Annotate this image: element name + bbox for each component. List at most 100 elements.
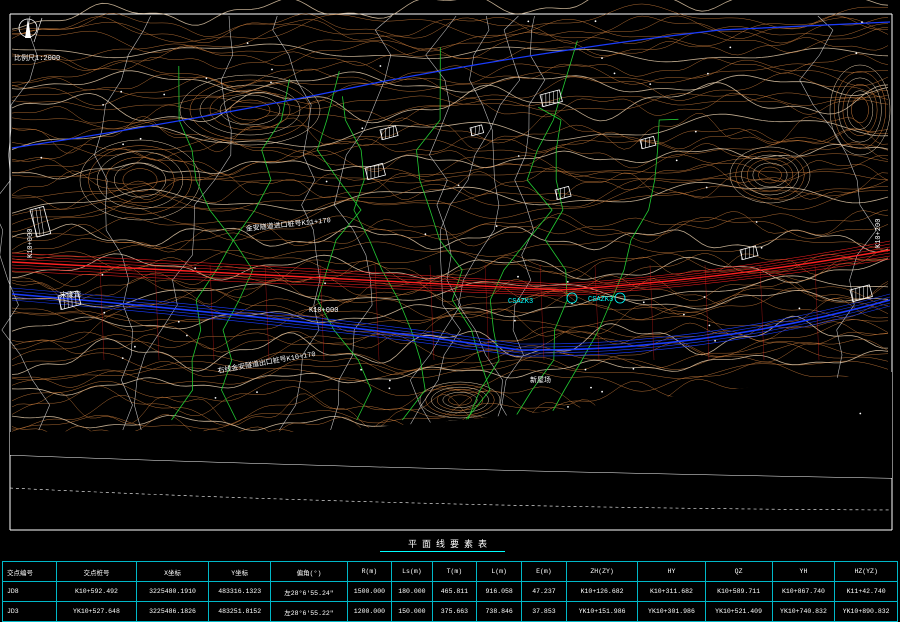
header-cell: 偏角(°) <box>270 561 348 582</box>
table-cell: YK10+521.409 <box>704 601 773 622</box>
survey-point <box>527 20 530 23</box>
survey-point <box>324 282 326 285</box>
survey-point <box>714 339 716 342</box>
header-cell: T(m) <box>431 561 478 582</box>
survey-point <box>361 127 364 130</box>
survey-point <box>675 159 678 162</box>
table-cell: 3225480.1910 <box>136 581 209 602</box>
header-cell: 交点编号 <box>2 561 57 582</box>
survey-point <box>139 137 142 140</box>
scale-label: 比例尺1:2000 <box>14 53 60 63</box>
survey-point <box>517 275 519 278</box>
survey-point <box>134 345 136 348</box>
station-label-left: CSAZK3 <box>508 298 533 306</box>
survey-point <box>256 391 258 393</box>
survey-point <box>613 72 616 75</box>
header-cell: HY <box>637 561 706 582</box>
survey-point <box>40 156 43 159</box>
survey-point <box>325 180 328 183</box>
table-cell: YK10+301.986 <box>637 601 706 622</box>
header-cell: HZ(YZ) <box>834 561 898 582</box>
survey-point <box>708 324 711 327</box>
table-cell: 1200.000 <box>346 601 393 622</box>
table-cell: 37.853 <box>521 601 567 622</box>
table-cell: 左28°6'55.22" <box>270 601 348 622</box>
header-cell: Y坐标 <box>207 561 272 582</box>
table-cell: K11+42.740 <box>834 581 898 602</box>
survey-point <box>798 307 801 310</box>
survey-point <box>194 267 197 269</box>
survey-point <box>122 143 124 146</box>
survey-point <box>707 72 709 75</box>
table-cell: 483316.1323 <box>207 581 272 602</box>
survey-point <box>649 83 652 85</box>
area-label-1: 宋家湾 <box>60 290 81 300</box>
survey-point <box>861 21 863 23</box>
side-label-right: K10+200 <box>875 219 883 248</box>
survey-point <box>495 225 498 228</box>
station-label-right: CSAZK3 <box>588 296 613 304</box>
survey-point <box>102 104 104 106</box>
survey-point <box>632 367 635 370</box>
survey-point <box>360 368 362 371</box>
table-header-row: 交点编号 交点桩号 X坐标 Y坐标 偏角(°) R(m) Ls(m) T(m) … <box>2 561 898 582</box>
survey-point <box>101 273 104 276</box>
alignment-elements-table: 交点编号 交点桩号 X坐标 Y坐标 偏角(°) R(m) Ls(m) T(m) … <box>2 561 898 622</box>
cad-viewport[interactable]: 比例尺1:2000 金安隧道进口桩号K11+170 右线金安隧道出口桩号K10+… <box>0 0 900 622</box>
survey-point <box>457 184 460 187</box>
survey-point <box>120 90 123 93</box>
survey-point <box>246 42 249 44</box>
table-title-underline <box>380 551 505 552</box>
table-cell: YK10+527.648 <box>55 601 138 622</box>
table-cell: JD8 <box>2 581 57 602</box>
survey-point <box>760 246 763 249</box>
side-label-left: K10+000 <box>27 229 35 258</box>
survey-point <box>121 357 124 359</box>
survey-point <box>271 68 273 71</box>
survey-point <box>855 52 858 55</box>
table-cell: YK10+890.832 <box>834 601 898 622</box>
survey-point <box>694 130 697 133</box>
survey-point <box>703 296 706 298</box>
survey-point <box>514 319 516 322</box>
table-cell: 3225486.1826 <box>136 601 209 622</box>
survey-point <box>567 406 569 408</box>
survey-point <box>642 301 645 304</box>
table-cell: 483251.8152 <box>207 601 272 622</box>
survey-point <box>270 81 272 84</box>
table-title: 平面线要素表 <box>407 539 492 549</box>
survey-point <box>594 20 597 23</box>
topographic-map[interactable]: 比例尺1:2000 金安隧道进口桩号K11+170 右线金安隧道出口桩号K10+… <box>0 0 900 540</box>
survey-point <box>590 386 592 389</box>
survey-point <box>177 320 180 323</box>
survey-point <box>424 233 427 236</box>
survey-point <box>601 57 603 59</box>
table-cell: 左28°6'55.24" <box>270 581 348 602</box>
survey-point <box>214 397 217 399</box>
survey-point <box>729 46 732 49</box>
table-cell: K10+867.740 <box>771 581 836 602</box>
table-cell: K10+592.492 <box>55 581 138 602</box>
table-cell: YK10+740.832 <box>771 601 836 622</box>
survey-point <box>755 221 758 223</box>
header-cell: ZH(ZY) <box>565 561 639 582</box>
table-cell: 150.000 <box>391 601 433 622</box>
header-cell: Ls(m) <box>391 561 433 582</box>
table-cell: K10+311.682 <box>637 581 706 602</box>
table-cell: JD3 <box>2 601 57 622</box>
survey-point <box>388 387 391 390</box>
table-row: JD3 YK10+527.648 3225486.1826 483251.815… <box>2 601 898 622</box>
header-cell: YH <box>771 561 836 582</box>
survey-point <box>103 311 106 314</box>
header-cell: E(m) <box>521 561 567 582</box>
header-cell: R(m) <box>346 561 393 582</box>
header-cell: X坐标 <box>136 561 209 582</box>
table-cell: 916.058 <box>476 581 523 602</box>
table-cell: 738.846 <box>476 601 523 622</box>
survey-point <box>517 155 520 157</box>
survey-point <box>601 390 603 393</box>
survey-point <box>163 93 166 96</box>
survey-point <box>705 186 708 189</box>
table-row: JD8 K10+592.492 3225480.1910 483316.1323… <box>2 581 898 602</box>
survey-point <box>186 334 188 337</box>
